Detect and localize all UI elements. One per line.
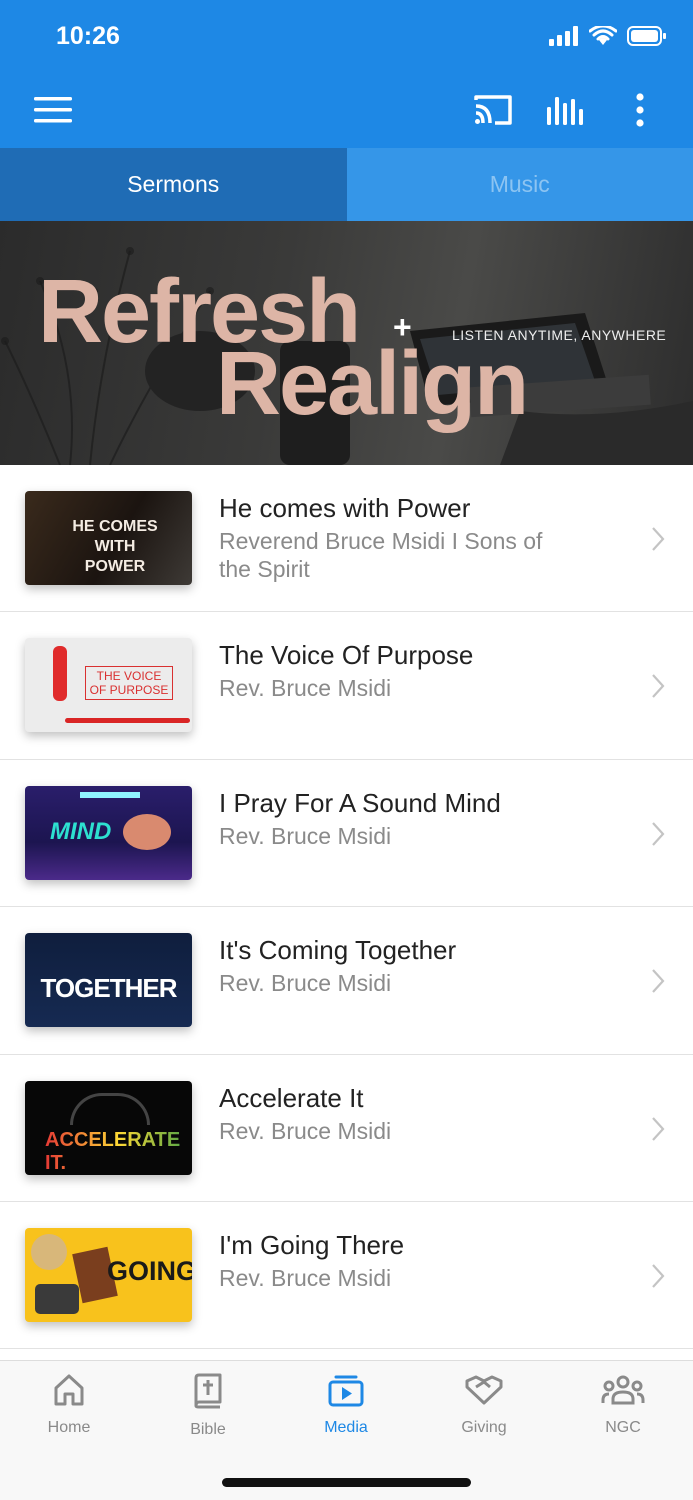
chevron-right-icon	[652, 674, 665, 699]
chevron-right-icon	[652, 969, 665, 993]
thumbnail-text: TOGETHER	[40, 973, 178, 1004]
globe-graphic	[31, 1233, 67, 1270]
chevron-right-icon	[652, 822, 665, 846]
cast-icon[interactable]	[472, 88, 514, 132]
sermon-title: Accelerate It	[219, 1082, 364, 1113]
chevron-right-icon	[652, 527, 665, 551]
bible-icon	[194, 1373, 222, 1409]
sermon-speaker: Rev. Bruce Msidi	[219, 675, 392, 702]
thumbnail-text: ACCELERATE IT.	[45, 1129, 192, 1175]
equalizer-icon[interactable]	[545, 88, 587, 132]
chevron-right-icon	[652, 1116, 665, 1141]
home-icon	[54, 1374, 84, 1406]
chevron-right-icon	[652, 1264, 665, 1288]
wifi-icon	[589, 26, 617, 45]
light-bar	[80, 791, 140, 798]
menu-icon[interactable]	[33, 88, 73, 132]
thumbnail-text: GOING	[107, 1255, 192, 1286]
nav-ngc[interactable]: NGC	[554, 1373, 692, 1437]
more-vert-icon[interactable]	[626, 88, 654, 132]
status-time: 10:26	[56, 22, 120, 50]
signal-icon	[549, 26, 578, 46]
nav-giving[interactable]: Giving	[415, 1373, 553, 1437]
nav-label: Giving	[461, 1419, 507, 1436]
nav-bible[interactable]: Bible	[139, 1373, 277, 1439]
sermon-title: I Pray For A Sound Mind	[219, 787, 501, 818]
sermon-list: HE COMES WITH POWER He comes with Power …	[0, 465, 693, 1350]
giving-icon	[465, 1375, 503, 1405]
brain-graphic	[123, 813, 171, 850]
nav-label: Home	[47, 1419, 91, 1436]
sermon-thumbnail: TOGETHER	[25, 933, 192, 1028]
sermon-thumbnail: HE COMES WITH POWER	[25, 491, 192, 585]
sermon-thumbnail: MIND	[25, 785, 192, 880]
sermon-speaker: Rev. Bruce Msidi	[219, 822, 392, 849]
sermon-row-6[interactable]: GOING I'm Going There Rev. Bruce Msidi	[0, 1201, 693, 1350]
top-app-bar: 10:26	[0, 0, 693, 148]
sermon-row-4[interactable]: TOGETHER It's Coming Together Rev. Bruce…	[0, 907, 693, 1055]
nav-home[interactable]: Home	[0, 1373, 138, 1437]
tab-bar: Sermons Music	[0, 148, 693, 221]
phone-graphic	[53, 646, 67, 702]
nav-label: NGC	[605, 1419, 641, 1436]
banner-tagline: LISTEN ANYTIME, ANYWHERE	[452, 327, 667, 343]
tab-sermons[interactable]: Sermons	[0, 148, 347, 221]
nav-media[interactable]: Media	[277, 1373, 415, 1437]
sermon-title: The Voice Of Purpose	[219, 640, 474, 671]
group-icon	[601, 1375, 645, 1405]
cord-graphic	[65, 718, 190, 724]
sermon-speaker: Rev. Bruce Msidi	[219, 970, 392, 997]
media-icon	[328, 1375, 364, 1407]
sermon-thumbnail: THE VOICE OF PURPOSE	[25, 638, 192, 733]
sermon-title: I'm Going There	[219, 1229, 405, 1260]
sermon-title: It's Coming Together	[219, 935, 457, 966]
tab-music[interactable]: Music	[346, 148, 693, 221]
gauge-graphic	[70, 1092, 150, 1125]
thumbnail-text: THE VOICE OF PURPOSE	[85, 666, 173, 701]
status-icons	[549, 26, 667, 46]
sermon-speaker: Rev. Bruce Msidi	[219, 1264, 392, 1291]
sermon-row-3[interactable]: MIND I Pray For A Sound Mind Rev. Bruce …	[0, 759, 693, 908]
nav-label: Media	[324, 1419, 368, 1436]
sermon-row-5[interactable]: ACCELERATE IT. Accelerate It Rev. Bruce …	[0, 1054, 693, 1202]
home-indicator[interactable]	[222, 1478, 471, 1487]
sermon-speaker: Rev. Bruce Msidi	[219, 1117, 392, 1144]
sermon-speaker: Reverend Bruce Msidi I Sons of the Spiri…	[219, 528, 543, 582]
thumbnail-text: HE COMES WITH POWER	[72, 518, 158, 575]
sermon-row-1[interactable]: HE COMES WITH POWER He comes with Power …	[0, 465, 693, 613]
hero-banner: Refresh + Realign LISTEN ANYTIME, ANYWHE…	[0, 221, 693, 465]
sermon-title: He comes with Power	[219, 493, 471, 523]
battery-icon	[627, 26, 666, 46]
thumbnail-text: MIND	[50, 817, 112, 845]
sermon-thumbnail: GOING	[25, 1227, 192, 1322]
nav-label: Bible	[190, 1421, 226, 1438]
banner-word-realign: Realign	[216, 334, 529, 434]
camera-graphic	[35, 1283, 79, 1314]
sermon-row-2[interactable]: THE VOICE OF PURPOSE The Voice Of Purpos…	[0, 612, 693, 760]
sermon-thumbnail: ACCELERATE IT.	[25, 1080, 192, 1175]
